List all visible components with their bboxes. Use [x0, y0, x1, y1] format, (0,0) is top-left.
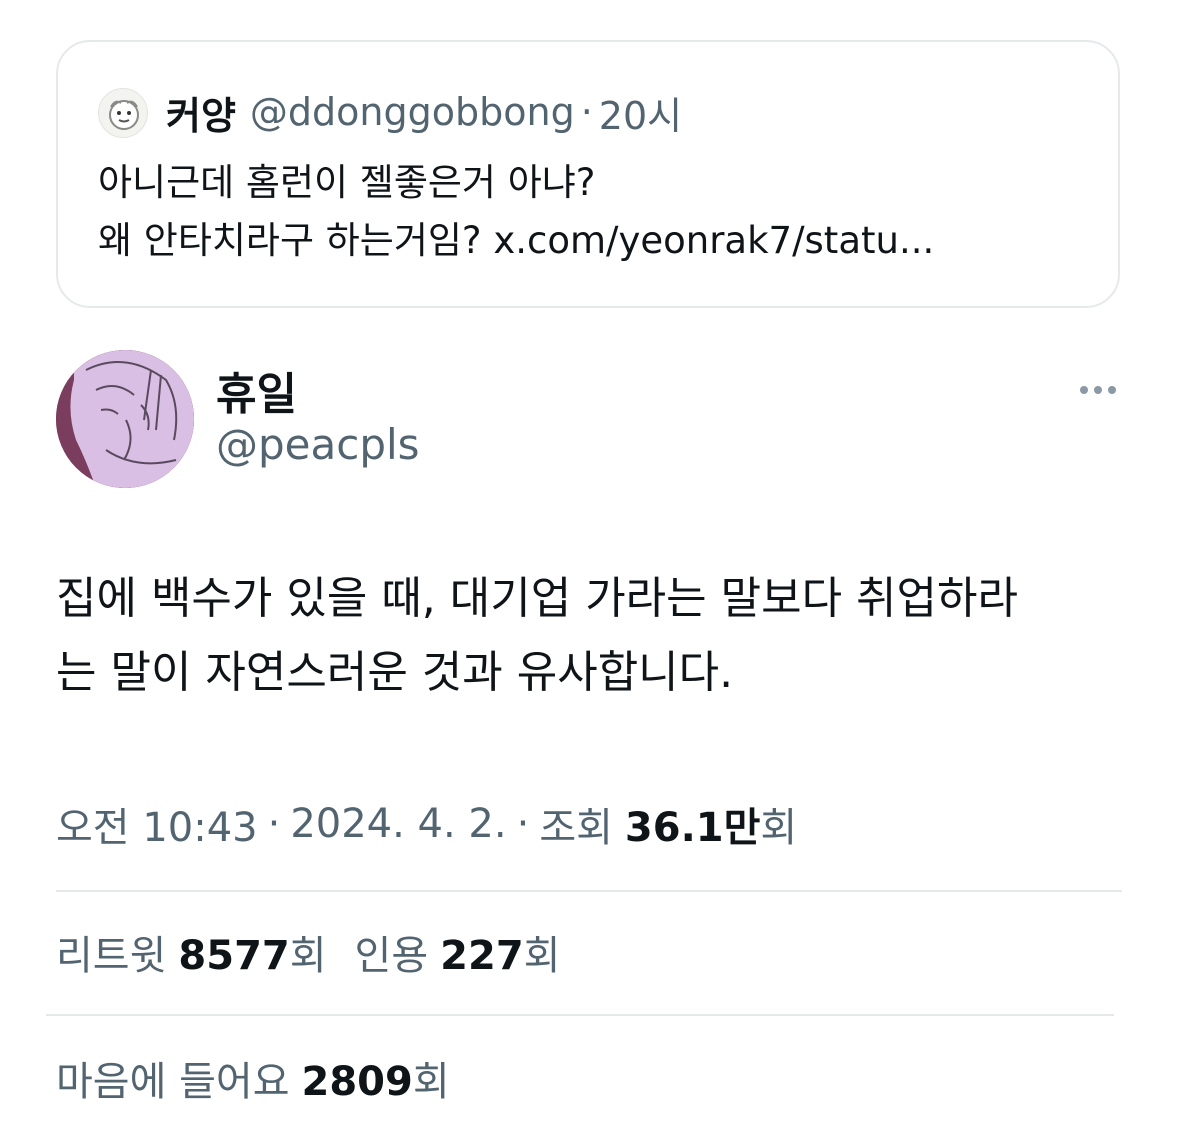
quoted-tweet-card[interactable]: 커양 @ddonggobbong · 20시 아니근데 홈런이 젤좋은거 아냐?… — [56, 40, 1120, 308]
retweets-label: 리트윗 — [56, 933, 167, 979]
likes-label: 마음에 들어요 — [56, 1059, 290, 1105]
quoted-text-line: 왜 안타치라구 하는거임? x.com/yeonrak7/statu... — [98, 219, 935, 262]
retweets-stat[interactable]: 리트윗 8577회 — [56, 923, 327, 981]
tweet-text-line: 는 말이 자연스러운 것과 유사합니다. — [56, 647, 734, 698]
likes-suffix: 회 — [412, 1059, 450, 1105]
meta-separator: · — [267, 801, 281, 847]
divider — [56, 890, 1122, 892]
likes-stats: 마음에 들어요 2809회 — [56, 1048, 450, 1108]
quotes-suffix: 회 — [523, 933, 561, 979]
tweet-text: 집에 백수가 있을 때, 대기업 가라는 말보다 취업하라 는 말이 자연스러운… — [56, 562, 1126, 710]
quoted-text-line: 아니근데 홈런이 젤좋은거 아냐? — [98, 161, 596, 204]
tweet-text-line: 집에 백수가 있을 때, 대기업 가라는 말보다 취업하라 — [56, 573, 1018, 624]
quoted-timestamp[interactable]: 20시 — [599, 85, 682, 140]
author-name[interactable]: 휴일 — [216, 358, 297, 422]
views-suffix: 회 — [760, 805, 798, 851]
quoted-separator: · — [580, 90, 593, 134]
views-label: 조회 — [539, 805, 613, 851]
quotes-label: 인용 — [354, 933, 429, 979]
likes-stat[interactable]: 마음에 들어요 2809회 — [56, 1049, 450, 1107]
tweet-time[interactable]: 오전 10:43 — [56, 795, 258, 853]
retweets-suffix: 회 — [289, 933, 327, 979]
more-options-button[interactable] — [1070, 368, 1126, 412]
author-handle[interactable]: @peacpls — [216, 420, 420, 469]
meta-separator: · — [516, 801, 530, 847]
retweet-quote-stats: 리트윗 8577회 인용 227회 — [56, 922, 560, 982]
quoted-author-name[interactable]: 커양 — [166, 85, 236, 140]
quoted-tweet-header: 커양 @ddonggobbong · 20시 — [166, 84, 682, 140]
likes-count: 2809 — [301, 1059, 413, 1105]
tweet-meta: 오전 10:43 · 2024. 4. 2. · 조회 36.1만 회 — [56, 796, 797, 852]
quotes-count: 227 — [440, 933, 524, 979]
quotes-stat[interactable]: 인용 227회 — [355, 923, 561, 981]
quoted-tweet-text: 아니근데 홈런이 젤좋은거 아냐? 왜 안타치라구 하는거임? x.com/ye… — [98, 154, 1098, 270]
quoted-author-handle[interactable]: @ddonggobbong — [250, 90, 575, 134]
retweets-count: 8577 — [178, 933, 290, 979]
views-count: 36.1만 — [624, 805, 761, 851]
tweet-date[interactable]: 2024. 4. 2. — [290, 801, 506, 847]
quoted-author-avatar[interactable] — [98, 88, 148, 138]
ellipsis-icon — [1080, 386, 1116, 394]
divider — [46, 1014, 1114, 1016]
author-avatar[interactable] — [56, 350, 194, 488]
